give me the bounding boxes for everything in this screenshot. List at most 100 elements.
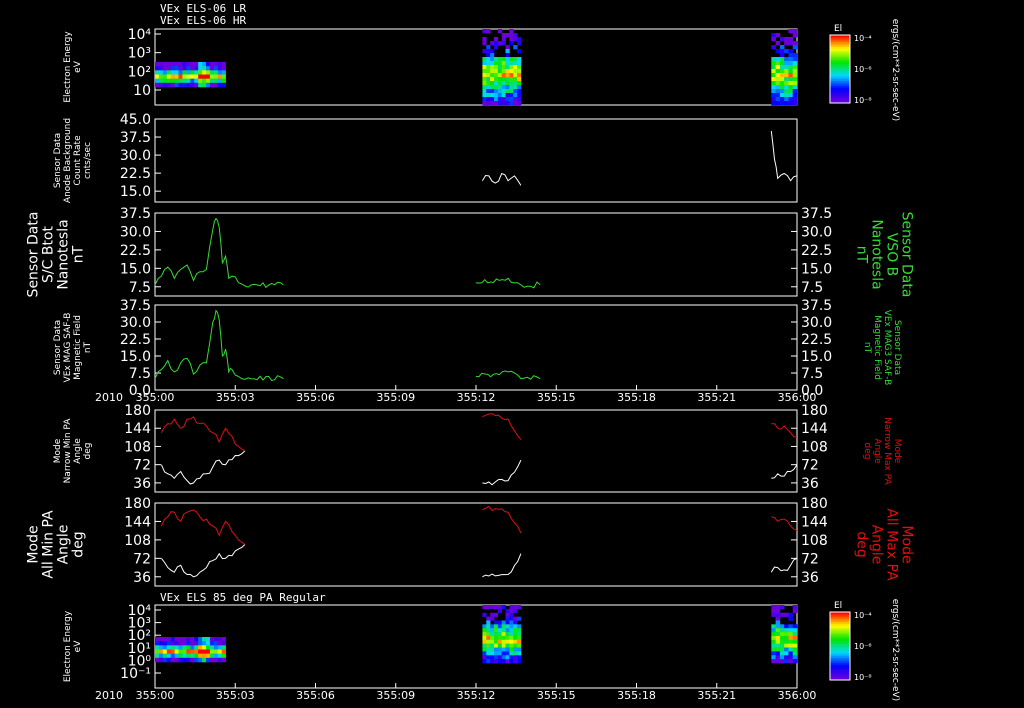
heat-cell xyxy=(784,632,789,637)
heat-cell xyxy=(513,632,518,637)
heat-cell xyxy=(190,78,195,84)
ytick-label-right: 36 xyxy=(801,476,819,492)
ytick-label: 37.5 xyxy=(120,130,151,146)
heat-cell xyxy=(174,653,179,659)
heat-cell xyxy=(166,637,171,642)
ytick-label-right: 180 xyxy=(801,403,828,419)
heat-cell xyxy=(155,657,160,663)
heat-cell xyxy=(174,641,179,646)
ylabel-line: deg xyxy=(71,531,87,557)
heat-cell xyxy=(482,612,487,617)
heat-cell xyxy=(482,41,487,46)
heat-cell xyxy=(217,637,222,642)
heat-cell xyxy=(162,70,168,75)
heat-cell xyxy=(482,93,487,98)
colorbar-cell xyxy=(830,70,850,73)
heat-cell xyxy=(501,89,506,94)
heat-cell xyxy=(206,653,211,659)
ytick-label-right: 15.0 xyxy=(801,261,832,277)
heat-cell xyxy=(202,653,207,659)
heat-cell xyxy=(178,78,183,84)
ytick-label: 10² xyxy=(128,64,151,80)
heat-cell xyxy=(501,647,506,652)
ylabel-line: Sensor Data xyxy=(53,320,63,375)
heat-cell xyxy=(217,657,222,663)
heat-cell xyxy=(213,657,219,663)
heat-cell xyxy=(182,82,187,88)
heat-cell xyxy=(186,653,191,659)
heat-cell xyxy=(182,645,187,650)
heat-cell xyxy=(775,605,781,610)
heat-cell xyxy=(792,635,798,641)
ylabel-line: nT xyxy=(71,245,87,263)
heat-cell xyxy=(174,66,179,71)
heat-cell xyxy=(178,637,183,642)
heat-cell xyxy=(784,57,789,62)
heat-cell xyxy=(792,61,798,66)
time-tick-label: 355:18 xyxy=(617,689,656,702)
ytick-label-right: 30.0 xyxy=(801,224,832,240)
ytick-label: 22.5 xyxy=(120,332,151,348)
heat-cell xyxy=(517,61,522,66)
heat-cell xyxy=(490,639,495,644)
heat-cell xyxy=(493,605,499,610)
heat-cell xyxy=(771,69,776,74)
heat-cell xyxy=(194,62,199,67)
heat-cell xyxy=(784,655,789,660)
heat-cell xyxy=(490,57,495,62)
ylabel-line: eV xyxy=(73,60,83,73)
heat-cell xyxy=(788,49,794,54)
heat-cell xyxy=(775,612,781,617)
heat-cell xyxy=(497,643,502,648)
heat-cell xyxy=(202,641,207,646)
heat-cell xyxy=(194,74,199,79)
heat-cell xyxy=(221,653,226,659)
heat-cell xyxy=(186,82,191,88)
heat-cell xyxy=(505,616,510,621)
heat-cell xyxy=(221,649,226,654)
heat-cell xyxy=(497,659,502,664)
heat-cell xyxy=(517,624,522,629)
heat-cell xyxy=(497,77,502,82)
heat-cell xyxy=(206,645,211,650)
ytick-label: 180 xyxy=(124,403,151,419)
heat-cell xyxy=(788,73,794,78)
heat-cell xyxy=(178,66,183,71)
heat-cell xyxy=(788,57,794,62)
heat-cell xyxy=(775,624,781,629)
colorbar-tick-top: 10⁻⁴ xyxy=(854,34,872,43)
heat-cell xyxy=(493,635,499,641)
heat-cell xyxy=(513,93,518,98)
heat-cell xyxy=(178,657,183,663)
heat-cell xyxy=(509,647,514,652)
heat-cell xyxy=(194,653,199,659)
heat-cell xyxy=(779,639,785,644)
heat-cell xyxy=(497,635,502,641)
heat-cell xyxy=(221,82,226,88)
heat-cell xyxy=(501,632,506,637)
heat-cell xyxy=(771,608,776,614)
heat-cell xyxy=(788,632,794,637)
heat-cell xyxy=(206,637,211,642)
heat-cell xyxy=(775,643,781,648)
heat-cell xyxy=(206,657,211,663)
heat-cell xyxy=(486,647,491,652)
heat-cell xyxy=(166,641,171,646)
heat-cell xyxy=(771,61,776,66)
heat-cell xyxy=(166,645,171,650)
heat-cell xyxy=(162,62,168,67)
heat-cell xyxy=(206,78,211,84)
heat-cell xyxy=(779,97,785,102)
colorbar-cell xyxy=(830,96,850,99)
ytick-label: 108 xyxy=(124,533,151,549)
heat-cell xyxy=(493,620,499,625)
heat-cell xyxy=(517,635,522,641)
time-tick-label: 355:21 xyxy=(697,391,736,404)
heat-cell xyxy=(501,93,506,98)
heat-cell xyxy=(779,49,785,54)
heat-cell xyxy=(482,29,487,34)
heat-cell xyxy=(509,81,514,86)
heat-cell xyxy=(784,49,789,54)
heat-cell xyxy=(194,66,199,71)
colorbar-tick-bottom: 10⁻⁸ xyxy=(854,96,872,105)
